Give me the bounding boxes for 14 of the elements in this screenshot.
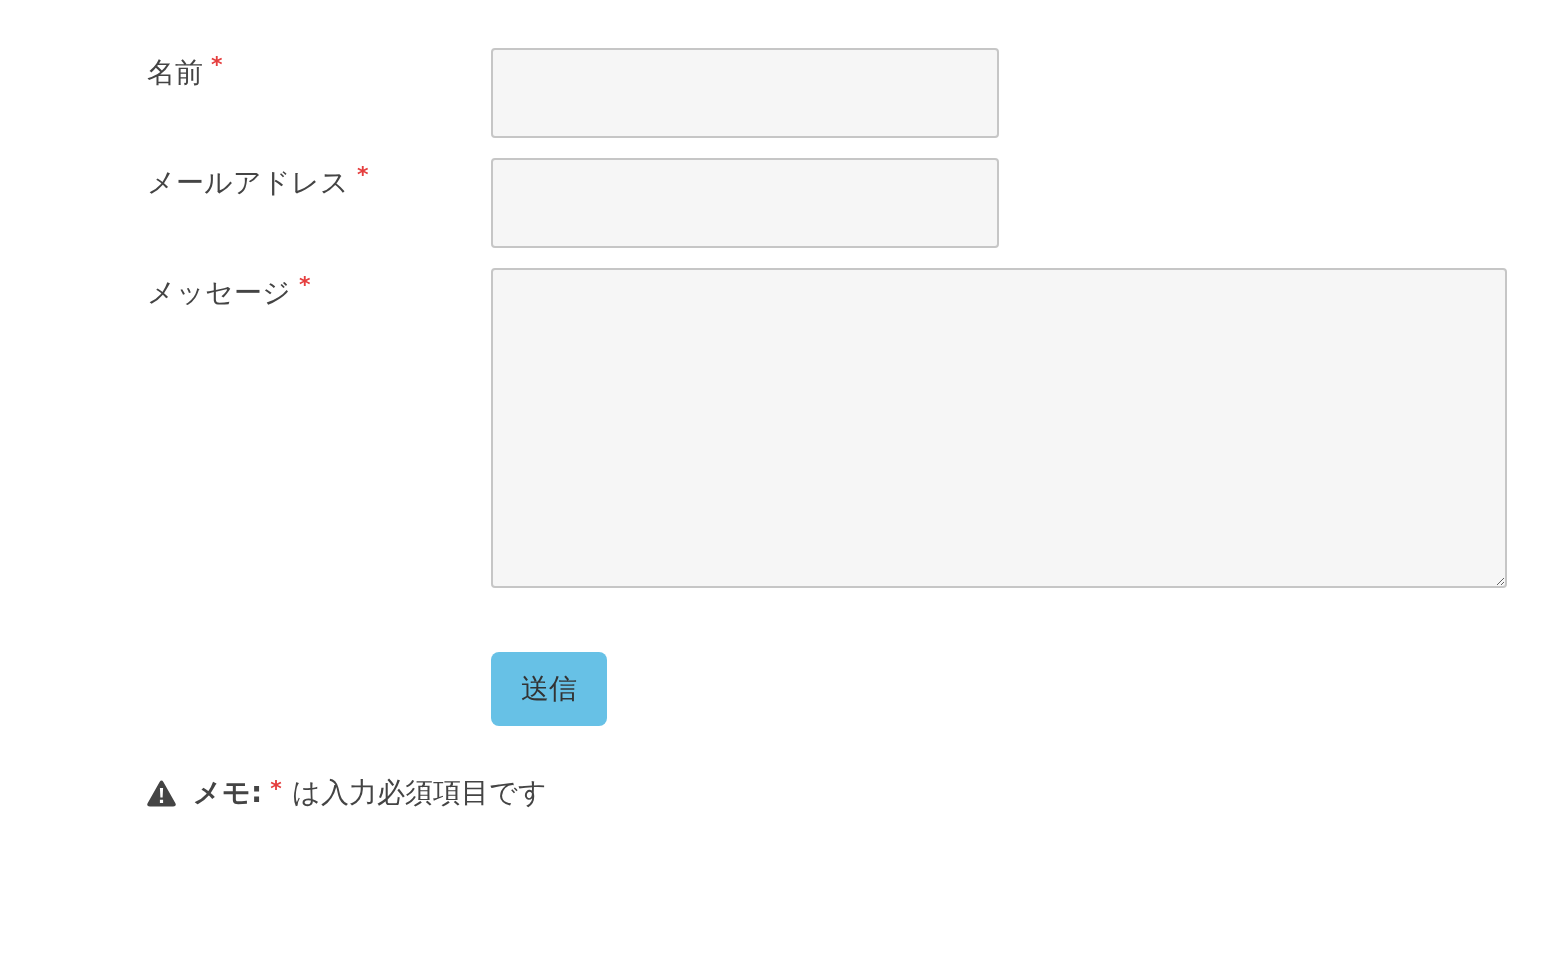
required-mark: * (357, 162, 369, 188)
required-mark: * (299, 272, 311, 298)
field-label: メールアドレス (147, 165, 349, 201)
field-label: 名前 (147, 55, 203, 91)
note-text: は入力必須項目です (291, 775, 547, 811)
text-input-field[interactable] (491, 158, 999, 248)
required-mark: * (211, 52, 223, 78)
textarea-field[interactable] (491, 268, 1507, 588)
field-label: メッセージ (147, 275, 291, 311)
required-mark: * (270, 775, 282, 802)
warning-icon (147, 779, 176, 807)
text-input-field[interactable] (491, 48, 999, 138)
note-label: メモ: (193, 775, 263, 811)
submit-button[interactable]: 送信 (491, 652, 607, 726)
